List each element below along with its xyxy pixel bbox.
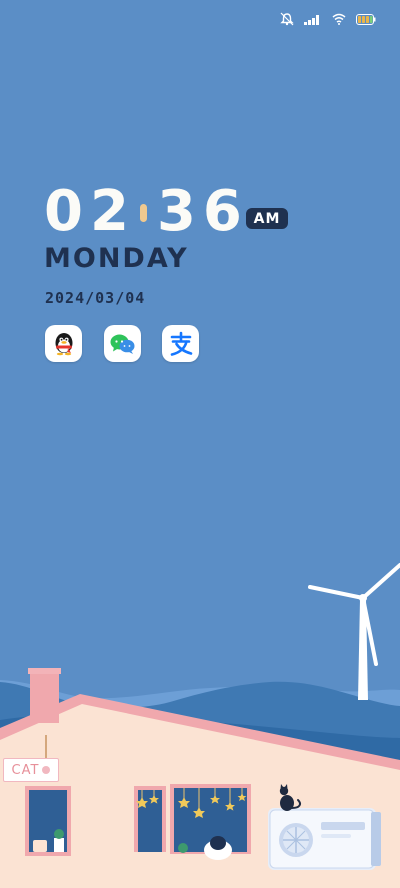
clock-colon xyxy=(139,204,147,222)
ampm-badge: AM xyxy=(246,208,288,229)
status-bar xyxy=(280,10,376,28)
cat-sign-text: CAT xyxy=(11,762,40,778)
wind-turbine xyxy=(308,563,400,700)
alarm-icon xyxy=(280,12,294,26)
signal-icon xyxy=(304,15,319,25)
paw-icon xyxy=(42,766,51,774)
date-label: 2024/03/04 xyxy=(45,289,146,307)
clock-hours: 02 xyxy=(44,179,136,244)
clock: 02 36 xyxy=(44,178,249,240)
battery-icon xyxy=(356,13,376,25)
clock-minutes: 36 xyxy=(156,179,249,244)
chat-bubbles-icon xyxy=(110,334,134,354)
shortcut-wechat[interactable] xyxy=(104,325,141,362)
weekday-label: MONDAY xyxy=(44,243,189,274)
wallpaper-scene xyxy=(0,563,400,888)
wifi-icon xyxy=(332,13,346,25)
lock-screen: 02 36 AM MONDAY 2024/03/04 CAT xyxy=(0,0,400,888)
cat-sign: CAT xyxy=(3,758,59,782)
shortcut-qq[interactable] xyxy=(45,325,82,362)
alipay-icon xyxy=(170,331,192,356)
qq-penguin-icon xyxy=(55,332,72,355)
air-conditioner xyxy=(268,808,381,870)
shortcut-alipay[interactable] xyxy=(162,325,199,362)
